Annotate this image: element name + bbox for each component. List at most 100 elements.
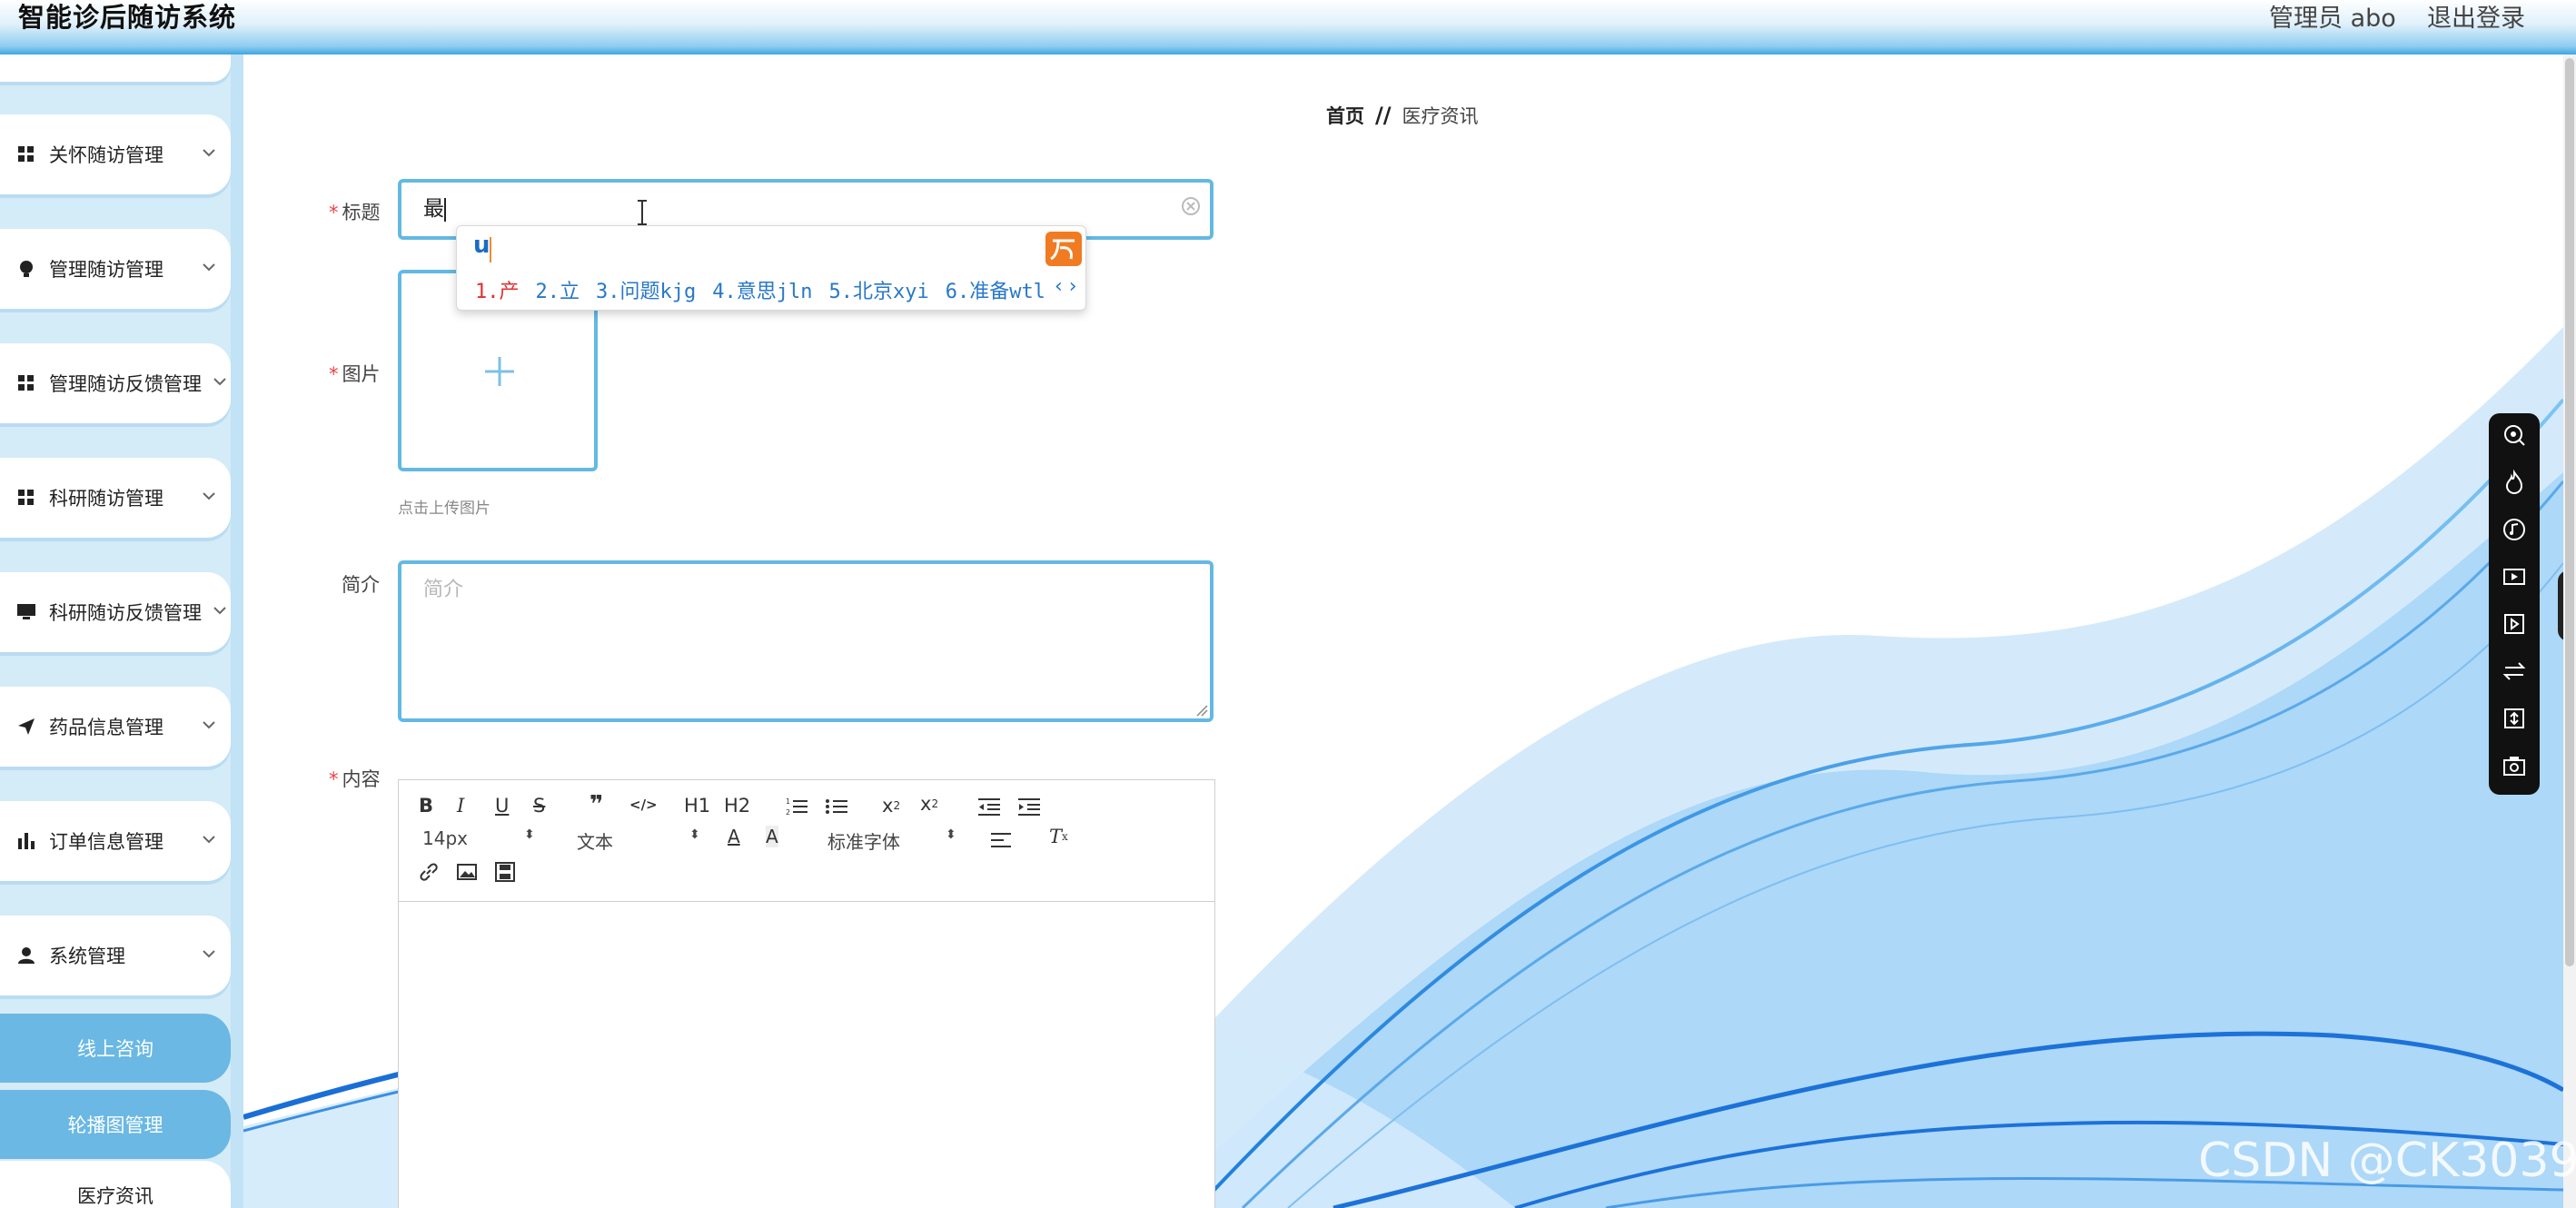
text-cursor-icon [638,200,647,225]
sidebar-item-management-feedback[interactable]: 管理随访反馈管理 [0,343,231,423]
chevron-down-icon [203,263,215,272]
user-label: 管理员 abo [2269,5,2396,33]
sidebar-item-system[interactable]: 系统管理 [0,916,231,995]
indent-icon[interactable] [1018,797,1040,817]
intro-label: 简介 [342,574,380,596]
sidebar-item-label: 管理随访管理 [49,259,163,281]
outdent-icon[interactable] [978,797,1000,817]
grid-icon [16,144,36,164]
ime-candidate[interactable]: 6.准备wtl [946,275,1045,304]
block-type-select[interactable]: 文本 ⬍ [577,827,700,854]
fire-icon[interactable] [2502,470,2527,495]
font-size-select[interactable]: 14px ⬍ [422,827,540,849]
breadcrumb-home[interactable]: 首页 [1326,102,1364,129]
sidebar-item-label: 科研随访反馈管理 [49,602,202,624]
breadcrumb-current: 医疗资讯 [1402,105,1479,127]
ime-composition: u [473,232,490,259]
sidebar-item-label: 管理随访反馈管理 [49,373,202,395]
align-left-icon[interactable] [991,831,1011,849]
sidebar-item-label: 系统管理 [49,946,125,967]
monitor-icon [16,602,36,622]
blockquote-button[interactable]: ❞ [590,791,603,818]
ime-page-nav[interactable]: ‹ › [1055,275,1077,298]
video-icon[interactable] [495,862,515,882]
watermark: CSDN @CK3039 [2198,1134,2576,1188]
app-title: 智能诊后随访系统 [18,2,237,33]
breadcrumb-separator: // [1375,103,1392,128]
resize-handle-icon[interactable] [1194,702,1208,717]
camera-icon[interactable] [2502,753,2527,778]
upload-hint: 点击上传图片 [398,500,490,518]
ime-candidate-list: 1.产 2.立 3.问题kjg 4.意思jln 5.北京xyi 6.准备wtl [475,275,1045,304]
font-family-select[interactable]: 标准字体 ⬍ [827,827,964,854]
sidebar-subitem-online-consult[interactable]: 线上咨询 [0,1014,231,1083]
bulb-icon [16,259,36,279]
sidebar: 关怀随访管理 管理随访管理 管理随访反馈管理 科研随访管理 科研随访反馈管理 药… [0,54,243,1208]
link-icon[interactable] [419,862,439,882]
screenshot-icon[interactable] [2502,706,2527,731]
ordered-list-icon[interactable]: 12 [786,797,807,817]
editor-toolbar: B I U S ❞ </> H1 H2 12 x2 x2 14px ⬍ 文本 ⬍ A… [399,780,1214,902]
bold-button[interactable]: B [419,795,433,817]
sidebar-item-label: 药品信息管理 [49,717,163,738]
clear-icon[interactable] [1181,196,1201,216]
breadcrumb: 首页 // 医疗资讯 [1326,102,1479,129]
music-icon[interactable] [2502,517,2527,542]
top-header: 智能诊后随访系统 管理员 abo 退出登录 [0,0,2576,54]
chevron-down-icon [213,607,226,615]
image-icon[interactable] [457,864,477,880]
italic-button[interactable]: I [457,795,464,817]
sidebar-item-management-followup[interactable]: 管理随访管理 [0,229,231,309]
bullet-list-icon[interactable] [826,797,847,817]
chevron-down-icon [203,721,215,729]
ime-candidate[interactable]: 1.产 [475,275,520,304]
chevron-down-icon [203,492,215,500]
chevron-down-icon [203,836,215,844]
sidebar-item-care-followup[interactable]: 关怀随访管理 [0,114,231,194]
grid-icon [16,488,36,508]
background-color-button[interactable]: A [766,826,778,847]
h1-button[interactable]: H1 [684,795,710,817]
video-camera-icon[interactable] [2502,564,2527,589]
image-label: * 图片 [329,363,381,385]
ime-logo-icon[interactable] [1045,232,1082,266]
strikethrough-button[interactable]: S [533,795,545,817]
swap-icon[interactable] [2502,658,2527,684]
font-color-button[interactable]: A [728,826,740,847]
sidebar-item-label: 关怀随访管理 [49,144,163,166]
ime-candidate[interactable]: 4.意思jln [712,275,812,304]
grid-icon [16,373,36,393]
logout-link[interactable]: 退出登录 [2427,0,2525,34]
sidebar-item-label: 科研随访管理 [49,488,163,510]
search-icon[interactable] [2502,422,2527,448]
send-icon [16,717,36,737]
ime-caret [490,237,491,262]
sidebar-item-order-info[interactable]: 订单信息管理 [0,801,231,881]
underline-button[interactable]: U [495,795,509,817]
sidebar-divider [231,54,243,1208]
intro-placeholder: 简介 [423,579,464,601]
ime-candidate[interactable]: 5.北京xyi [828,275,928,304]
sidebar-subitem-medical-news[interactable]: 医疗资讯 [0,1161,231,1208]
sidebar-item-drug-info[interactable]: 药品信息管理 [0,687,231,767]
intro-textarea[interactable]: 简介 [398,560,1214,722]
chevron-down-icon [203,149,215,157]
user-icon [16,946,36,965]
ime-candidate[interactable]: 3.问题kjg [596,275,696,304]
floating-toolbar [2489,413,2540,795]
ime-candidate[interactable]: 2.立 [536,275,580,304]
title-label: * 标题 [329,202,381,223]
subscript-button[interactable]: x2 [882,795,900,817]
sidebar-subitem-carousel[interactable]: 轮播图管理 [0,1090,231,1159]
superscript-button[interactable]: x2 [920,793,938,815]
sidebar-item-research-feedback[interactable]: 科研随访反馈管理 [0,572,231,652]
clear-format-button[interactable]: Tx [1049,826,1068,847]
play-box-icon[interactable] [2502,611,2527,637]
h2-button[interactable]: H2 [724,795,750,817]
code-block-button[interactable]: </> [629,797,658,813]
scrollbar-thumb[interactable] [2565,58,2574,966]
ime-candidate-popup: u 1.产 2.立 3.问题kjg 4.意思jln 5.北京xyi 6.准备wt… [456,225,1086,311]
sidebar-item-label: 订单信息管理 [49,831,163,853]
sidebar-item-partial[interactable] [0,54,231,82]
sidebar-item-research-followup[interactable]: 科研随访管理 [0,458,231,538]
